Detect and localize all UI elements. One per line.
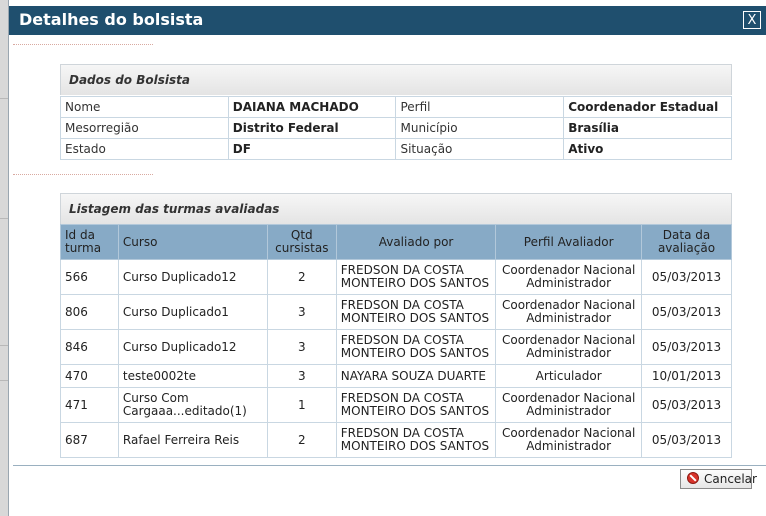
info-value: DAIANA MACHADO [227,96,397,118]
dialog-titlebar: Detalhes do bolsista X [9,6,766,35]
cancel-label: Cancelar [704,472,757,486]
footer-separator [13,465,766,466]
cell-perfil: Coordenador Nacional Administrador [495,329,643,365]
info-label: Estado [60,138,229,160]
cell-id: 846 [60,329,119,365]
turmas-panel-header: Listagem das turmas avaliadas [60,193,732,224]
cell-curso: Curso Duplicado12 [117,259,268,295]
cancel-button[interactable]: Cancelar [680,469,757,489]
info-label: Nome [60,96,229,118]
dialog-title: Detalhes do bolsista [19,10,204,29]
table-row: 687 Rafael Ferreira Reis 2 FREDSON DA COSTA… [60,422,732,458]
table-header-row: Id da turma Curso Qtd cursistas Avaliado po… [60,224,732,260]
cell-perfil: Articulador [495,364,643,388]
cell-perfil: Coordenador Nacional Administrador [495,294,643,330]
cell-data: 05/03/2013 [641,294,732,330]
info-value: DF [227,138,397,160]
info-value: Brasília [563,117,732,139]
cell-curso: teste0002te [117,364,268,388]
table-row: 566 Curso Duplicado12 2 FREDSON DA COSTA MO… [60,259,732,295]
cell-qtd: 2 [266,259,337,295]
table-row: 806 Curso Duplicado1 3 FREDSON DA COSTA MON… [60,294,732,330]
info-label: Perfil [395,96,565,118]
turmas-table: Id da turma Curso Qtd cursistas Avaliado po… [60,224,732,458]
background-divider [0,345,8,346]
dotted-divider [13,174,153,175]
cell-avaliado: FREDSON DA COSTA MONTEIRO DOS SANTOS [335,387,497,423]
bolsista-section-title: Dados do Bolsista [69,73,190,87]
bolsista-info-table: Nome DAIANA MACHADO Perfil Coordenador Esta… [60,96,732,160]
cell-id: 470 [60,364,119,388]
info-value: Distrito Federal [227,117,397,139]
cell-curso: Rafael Ferreira Reis [117,422,268,458]
cell-data: 05/03/2013 [641,387,732,423]
cell-perfil: Coordenador Nacional Administrador [495,259,643,295]
info-value: Ativo [563,138,732,160]
info-value: Coordenador Estadual [563,96,732,118]
cell-avaliado: FREDSON DA COSTA MONTEIRO DOS SANTOS [335,422,497,458]
cell-qtd: 1 [266,387,337,423]
table-row: 846 Curso Duplicado12 3 FREDSON DA COSTA MO… [60,329,732,365]
column-header[interactable]: Data da avaliação [641,224,732,260]
column-header[interactable]: Id da turma [60,224,119,260]
info-row: Mesorregião Distrito Federal Município Bras… [60,117,732,139]
info-row: Nome DAIANA MACHADO Perfil Coordenador Esta… [60,96,732,118]
cell-avaliado: FREDSON DA COSTA MONTEIRO DOS SANTOS [335,259,497,295]
cancel-icon [687,472,699,484]
cell-id: 471 [60,387,119,423]
cell-curso: Curso Duplicado12 [117,329,268,365]
background-divider [0,218,8,219]
background-strip [0,0,8,516]
table-row: 470 teste0002te 3 NAYARA SOUZA DUARTE Articu… [60,364,732,388]
cell-avaliado: FREDSON DA COSTA MONTEIRO DOS SANTOS [335,294,497,330]
cell-data: 05/03/2013 [641,329,732,365]
column-header[interactable]: Qtd cursistas [266,224,337,260]
column-header[interactable]: Perfil Avaliador [495,224,643,260]
column-header[interactable]: Avaliado por [335,224,497,260]
cell-curso: Curso Duplicado1 [117,294,268,330]
cell-curso: Curso Com Cargaaa...editado(1) [117,387,268,423]
cell-id: 566 [60,259,119,295]
background-divider [0,98,8,99]
cell-data: 05/03/2013 [641,422,732,458]
dotted-divider [13,44,153,45]
cell-qtd: 2 [266,422,337,458]
cell-data: 05/03/2013 [641,259,732,295]
info-row: Estado DF Situação Ativo [60,138,732,160]
bolsista-panel-header: Dados do Bolsista [60,64,732,95]
cell-avaliado: FREDSON DA COSTA MONTEIRO DOS SANTOS [335,329,497,365]
cell-data: 10/01/2013 [641,364,732,388]
cell-qtd: 3 [266,294,337,330]
info-label: Situação [395,138,565,160]
cell-qtd: 3 [266,364,337,388]
turmas-section-title: Listagem das turmas avaliadas [69,202,280,216]
background-divider [0,380,8,381]
cell-avaliado: NAYARA SOUZA DUARTE [335,364,497,388]
cell-perfil: Coordenador Nacional Administrador [495,422,643,458]
cell-qtd: 3 [266,329,337,365]
close-button[interactable]: X [743,11,761,29]
cell-perfil: Coordenador Nacional Administrador [495,387,643,423]
column-header[interactable]: Curso [117,224,268,260]
info-label: Município [395,117,565,139]
info-label: Mesorregião [60,117,229,139]
table-row: 471 Curso Com Cargaaa...editado(1) 1 FREDSO… [60,387,732,423]
cell-id: 687 [60,422,119,458]
details-dialog: Detalhes do bolsista X Dados do Bolsista… [8,0,766,516]
cell-id: 806 [60,294,119,330]
